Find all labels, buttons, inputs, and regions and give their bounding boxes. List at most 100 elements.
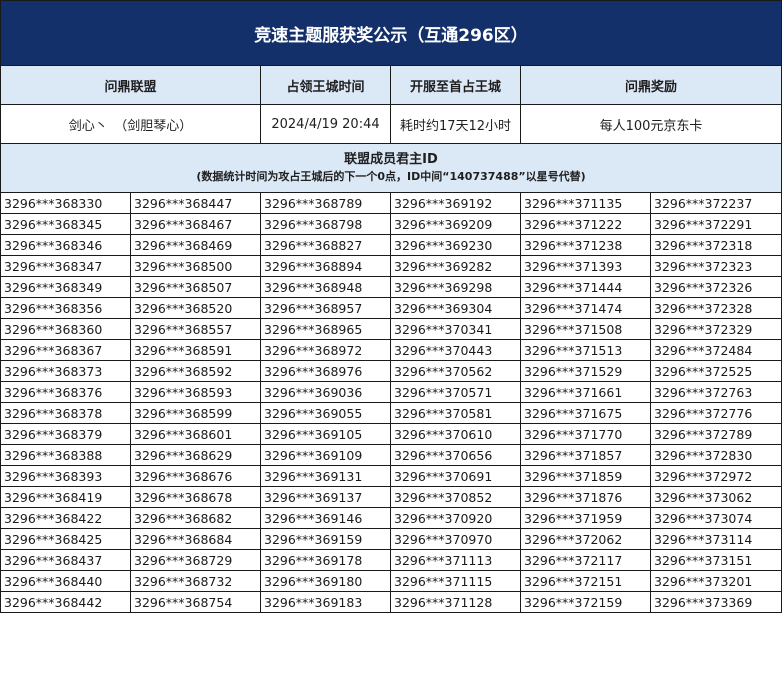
member-id-cell: 3296***368976	[260, 360, 391, 382]
member-id-cell: 3296***368330	[0, 192, 131, 214]
header-alliance: 问鼎联盟	[0, 65, 261, 105]
member-id-cell: 3296***373151	[650, 549, 782, 571]
member-id-cell: 3296***370581	[390, 402, 521, 424]
table-row: 3296***368345 3296***368467 3296***368798 3…	[0, 213, 782, 235]
member-id-cell: 3296***370610	[390, 423, 521, 445]
member-id-cell: 3296***372318	[650, 234, 782, 256]
header-row: 问鼎联盟 占领王城时间 开服至首占王城 问鼎奖励	[0, 65, 782, 105]
header-reward: 问鼎奖励	[520, 65, 782, 105]
members-note: (数据统计时间为攻占王城后的下一个0点，ID中间“140737488”以星号代替…	[196, 170, 586, 183]
member-id-cell: 3296***368422	[0, 507, 131, 529]
member-id-cell: 3296***370341	[390, 318, 521, 340]
member-id-cell: 3296***368682	[130, 507, 261, 529]
member-id-cell: 3296***370920	[390, 507, 521, 529]
title-row: 竞速主题服获奖公示（互通296区）	[0, 0, 782, 66]
member-id-cell: 3296***368520	[130, 297, 261, 319]
table-row: 3296***368356 3296***368520 3296***368957 3…	[0, 297, 782, 319]
member-id-cell: 3296***370571	[390, 381, 521, 403]
member-id-cell: 3296***368678	[130, 486, 261, 508]
table-row: 3296***368373 3296***368592 3296***368976 3…	[0, 360, 782, 382]
member-id-cell: 3296***368345	[0, 213, 131, 235]
member-id-cell: 3296***369036	[260, 381, 391, 403]
header-server-to-capture: 开服至首占王城	[390, 65, 521, 105]
member-id-cell: 3296***368732	[130, 570, 261, 592]
alliance-name: 剑心丶 （剑胆琴心）	[0, 104, 261, 144]
member-id-cell: 3296***371959	[520, 507, 651, 529]
member-id-cell: 3296***369159	[260, 528, 391, 550]
member-id-cell: 3296***372237	[650, 192, 782, 214]
member-id-cell: 3296***368599	[130, 402, 261, 424]
member-id-cell: 3296***368346	[0, 234, 131, 256]
header-capture-time: 占领王城时间	[260, 65, 391, 105]
member-id-cell: 3296***369183	[260, 591, 391, 613]
member-id-cell: 3296***369105	[260, 423, 391, 445]
member-id-cell: 3296***372972	[650, 465, 782, 487]
table-row: 3296***368349 3296***368507 3296***368948 3…	[0, 276, 782, 298]
member-id-cell: 3296***373074	[650, 507, 782, 529]
member-id-cell: 3296***369230	[390, 234, 521, 256]
member-id-cell: 3296***371859	[520, 465, 651, 487]
member-id-cell: 3296***371115	[390, 570, 521, 592]
member-id-cell: 3296***369131	[260, 465, 391, 487]
member-id-cell: 3296***371770	[520, 423, 651, 445]
member-id-cell: 3296***372117	[520, 549, 651, 571]
members-header: 联盟成员君主ID (数据统计时间为攻占王城后的下一个0点，ID中间“140737…	[0, 143, 782, 193]
members-title: 联盟成员君主ID	[344, 152, 438, 167]
member-id-cell: 3296***368789	[260, 192, 391, 214]
member-id-cell: 3296***372789	[650, 423, 782, 445]
table-row: 3296***368425 3296***368684 3296***369159 3…	[0, 528, 782, 550]
member-id-cell: 3296***369180	[260, 570, 391, 592]
member-id-cell: 3296***368684	[130, 528, 261, 550]
member-id-cell: 3296***368447	[130, 192, 261, 214]
member-id-cell: 3296***368500	[130, 255, 261, 277]
member-id-cell: 3296***368360	[0, 318, 131, 340]
member-id-cell: 3296***369055	[260, 402, 391, 424]
member-id-cell: 3296***371661	[520, 381, 651, 403]
member-id-cell: 3296***373114	[650, 528, 782, 550]
member-id-cell: 3296***368676	[130, 465, 261, 487]
member-id-cell: 3296***368347	[0, 255, 131, 277]
member-id-cell: 3296***368754	[130, 591, 261, 613]
table-row: 3296***368360 3296***368557 3296***368965 3…	[0, 318, 782, 340]
member-id-cell: 3296***368591	[130, 339, 261, 361]
member-id-cell: 3296***369304	[390, 297, 521, 319]
member-id-cell: 3296***371513	[520, 339, 651, 361]
member-id-cell: 3296***369137	[260, 486, 391, 508]
table-row: 3296***368367 3296***368591 3296***368972 3…	[0, 339, 782, 361]
member-id-cell: 3296***368378	[0, 402, 131, 424]
member-id-cell: 3296***368469	[130, 234, 261, 256]
member-id-cell: 3296***372151	[520, 570, 651, 592]
member-id-cell: 3296***372776	[650, 402, 782, 424]
member-id-cell: 3296***368367	[0, 339, 131, 361]
members-header-row: 联盟成员君主ID (数据统计时间为攻占王城后的下一个0点，ID中间“140737…	[0, 143, 782, 193]
member-id-cell: 3296***368376	[0, 381, 131, 403]
info-row: 剑心丶 （剑胆琴心） 2024/4/19 20:44 耗时约17天12小时 每人…	[0, 104, 782, 144]
member-id-cell: 3296***368972	[260, 339, 391, 361]
member-id-cell: 3296***372830	[650, 444, 782, 466]
table-row: 3296***368422 3296***368682 3296***369146 3…	[0, 507, 782, 529]
member-id-cell: 3296***371876	[520, 486, 651, 508]
member-id-cell: 3296***368729	[130, 549, 261, 571]
table-row: 3296***368379 3296***368601 3296***369105 3…	[0, 423, 782, 445]
member-id-cell: 3296***370443	[390, 339, 521, 361]
award-announcement-sheet: 竞速主题服获奖公示（互通296区） 问鼎联盟 占领王城时间 开服至首占王城 问鼎…	[0, 0, 783, 678]
member-id-cell: 3296***368419	[0, 486, 131, 508]
member-id-cell: 3296***368437	[0, 549, 131, 571]
member-id-cell: 3296***372323	[650, 255, 782, 277]
table-row: 3296***368346 3296***368469 3296***368827 3…	[0, 234, 782, 256]
member-id-cell: 3296***373369	[650, 591, 782, 613]
member-id-cell: 3296***368349	[0, 276, 131, 298]
member-id-cell: 3296***368592	[130, 360, 261, 382]
member-id-cell: 3296***368356	[0, 297, 131, 319]
table-row: 3296***368437 3296***368729 3296***369178 3…	[0, 549, 782, 571]
member-id-cell: 3296***369178	[260, 549, 391, 571]
member-id-cell: 3296***372159	[520, 591, 651, 613]
member-id-cell: 3296***368467	[130, 213, 261, 235]
member-id-cell: 3296***370562	[390, 360, 521, 382]
member-id-cell: 3296***369192	[390, 192, 521, 214]
member-id-cell: 3296***369109	[260, 444, 391, 466]
member-id-cell: 3296***369298	[390, 276, 521, 298]
member-id-cell: 3296***371135	[520, 192, 651, 214]
member-id-cell: 3296***369209	[390, 213, 521, 235]
member-id-cell: 3296***371393	[520, 255, 651, 277]
